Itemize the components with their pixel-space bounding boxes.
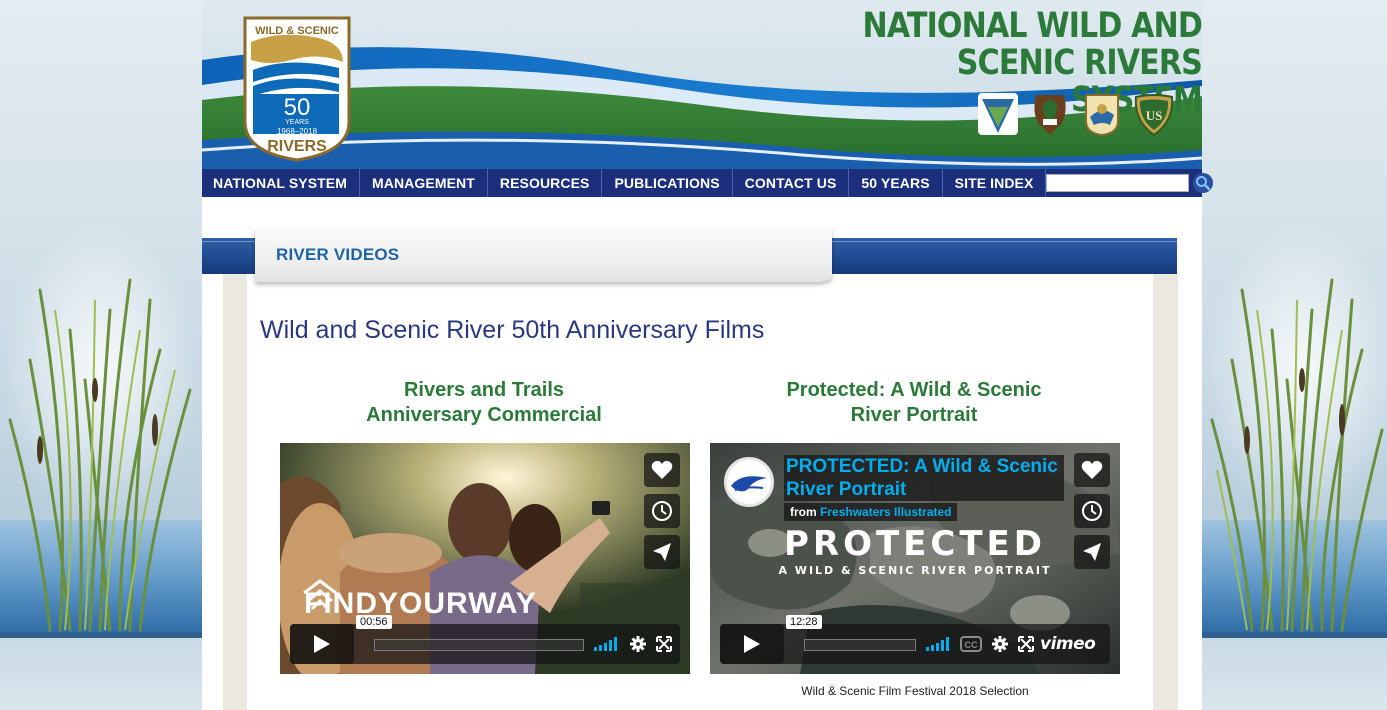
video-1-controls: 00:56	[290, 615, 680, 664]
svg-text:CC: CC	[965, 640, 978, 650]
reeds-left-icon	[8, 278, 192, 632]
nav-site-index[interactable]: SITE INDEX	[943, 169, 1047, 197]
video-1-progress-bar[interactable]	[374, 639, 584, 651]
from-label: from	[790, 505, 817, 519]
share-button[interactable]	[1074, 535, 1110, 569]
video-2-from: from Freshwaters Illustrated	[784, 503, 958, 521]
nav-contact-us[interactable]: CONTACT US	[733, 169, 850, 197]
video-1-title-line2: Anniversary Commercial	[366, 404, 602, 426]
paper-plane-icon	[1083, 543, 1101, 561]
video-2-info: PROTECTED: A Wild & Scenic River Portrai…	[724, 455, 1064, 523]
background-scenery-left	[0, 0, 202, 710]
blm-seal-icon[interactable]	[976, 91, 1020, 137]
video-2-title-line2: River Portrait	[850, 404, 978, 426]
watch-later-button[interactable]	[1074, 494, 1110, 528]
usfs-shield-icon[interactable]: US	[1132, 91, 1176, 137]
search-icon[interactable]	[1192, 172, 1214, 194]
volume-icon[interactable]	[594, 637, 618, 651]
nav-publications[interactable]: PUBLICATIONS	[602, 169, 733, 197]
video-2-overlay-subtitle: A WILD & SCENIC RIVER PORTRAIT	[778, 564, 1051, 577]
section-tab: RIVER VIDEOS	[255, 228, 832, 282]
agency-logos: US	[976, 91, 1176, 139]
video-2-time: 12:28	[786, 615, 822, 629]
video-1-title-line1: Rivers and Trails	[403, 379, 565, 401]
video-player-1[interactable]: FINDYOURWAY 00:56	[280, 443, 690, 674]
clock-icon	[652, 501, 672, 521]
fws-seal-icon[interactable]	[1080, 91, 1124, 137]
svg-text:YEARS: YEARS	[285, 119, 309, 126]
nav-50-years[interactable]: 50 YEARS	[849, 169, 943, 197]
wild-scenic-50-years-logo: WILD & SCENIC 50 YEARS 1968–2018 RIVERS	[243, 16, 351, 162]
nps-arrowhead-icon[interactable]	[1028, 91, 1072, 137]
nav-management[interactable]: MANAGEMENT	[360, 169, 488, 197]
background-scenery-right	[1202, 0, 1387, 710]
svg-text:WILD & SCENIC: WILD & SCENIC	[255, 25, 339, 37]
video-2-controls: 12:28 CC vimeo	[720, 615, 1110, 664]
vimeo-logo[interactable]: vimeo	[1040, 634, 1096, 654]
video-1-time: 00:56	[356, 615, 392, 629]
fullscreen-icon[interactable]	[656, 636, 672, 652]
video-2-title-line1: Protected: A Wild & Scenic	[786, 379, 1042, 401]
fullscreen-icon[interactable]	[1018, 636, 1034, 652]
closed-captions-icon[interactable]: CC	[960, 636, 982, 652]
video-1-overlay-text: FINDYOURWAY	[304, 587, 537, 620]
paper-plane-icon	[653, 543, 671, 561]
video-2-title: Protected: A Wild & Scenic River Portrai…	[704, 378, 1124, 428]
like-button[interactable]	[1074, 453, 1110, 487]
page-container: WILD & SCENIC 50 YEARS 1968–2018 RIVERS …	[202, 0, 1214, 710]
like-button[interactable]	[644, 453, 680, 487]
svg-text:1968–2018: 1968–2018	[277, 127, 318, 136]
site-header: WILD & SCENIC 50 YEARS 1968–2018 RIVERS …	[202, 0, 1202, 170]
svg-text:50: 50	[284, 94, 311, 121]
play-button[interactable]	[720, 624, 784, 664]
settings-gear-icon[interactable]	[992, 636, 1008, 652]
reeds-right-icon	[1210, 278, 1384, 632]
main-navigation: NATIONAL SYSTEM MANAGEMENT RESOURCES PUB…	[202, 169, 1214, 197]
heart-icon	[651, 460, 673, 479]
author-link[interactable]: Freshwaters Illustrated	[820, 505, 951, 519]
video-2-overlay-title: PROTECTED	[784, 524, 1046, 564]
video-2-caption: Wild & Scenic Film Festival 2018 Selecti…	[801, 684, 1029, 698]
author-avatar[interactable]	[724, 457, 774, 507]
search-input[interactable]	[1046, 174, 1190, 192]
volume-icon[interactable]	[926, 637, 950, 651]
video-2-info-title[interactable]: PROTECTED: A Wild & Scenic River Portrai…	[786, 455, 1062, 501]
site-title-line1: NATIONAL WILD AND	[862, 6, 1202, 46]
watch-later-button[interactable]	[644, 494, 680, 528]
heart-icon	[1081, 460, 1103, 479]
clock-icon	[1082, 501, 1102, 521]
svg-text:RIVERS: RIVERS	[267, 138, 327, 155]
video-1-title: Rivers and Trails Anniversary Commercial	[274, 378, 694, 428]
nav-national-system[interactable]: NATIONAL SYSTEM	[202, 169, 360, 197]
nav-resources[interactable]: RESOURCES	[488, 169, 603, 197]
play-icon	[314, 635, 330, 653]
search-area	[1046, 169, 1218, 197]
settings-gear-icon[interactable]	[630, 636, 646, 652]
share-button[interactable]	[644, 535, 680, 569]
page-heading: Wild and Scenic River 50th Anniversary F…	[260, 316, 765, 344]
svg-text:US: US	[1146, 108, 1163, 123]
video-2-progress-bar[interactable]	[804, 639, 916, 651]
section-tab-title: RIVER VIDEOS	[276, 245, 400, 264]
play-icon	[744, 635, 760, 653]
play-button[interactable]	[290, 624, 354, 664]
video-player-2[interactable]: PROTECTED A WILD & SCENIC RIVER PORTRAIT…	[710, 443, 1120, 674]
freshwaters-illustrated-logo-icon	[729, 462, 769, 502]
